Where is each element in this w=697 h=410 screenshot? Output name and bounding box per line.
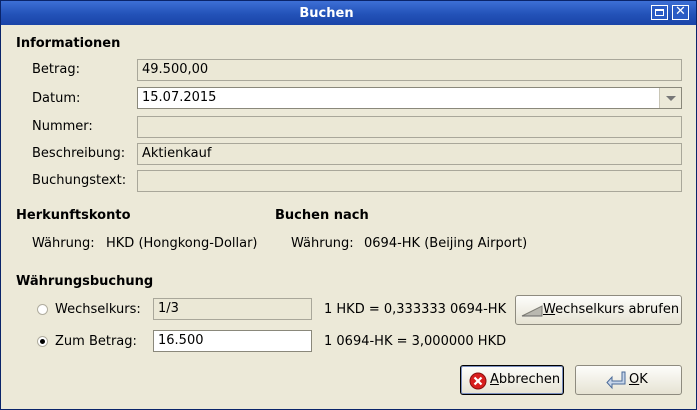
wechselkurs-field: 1/3 [153,298,312,320]
nummer-field [137,116,682,138]
beschreibung-label: Beschreibung: [32,146,126,161]
exchange-chart-icon [521,305,543,317]
ok-button[interactable]: OK [575,365,682,395]
chevron-down-icon [666,96,676,101]
section-heading-buchen-nach: Buchen nach [275,208,369,223]
beschreibung-field: Aktienkauf [137,143,682,165]
dialog-window: Buchen ✕ Informationen Betrag: 49.500,00… [0,0,697,410]
betrag-label: Betrag: [32,62,80,77]
section-heading-informationen: Informationen [16,36,121,51]
window-title: Buchen [299,6,354,21]
title-bar[interactable]: Buchen ✕ [1,1,696,25]
datum-label: Datum: [32,91,81,106]
fetch-exchange-rate-label: Wechselkurs abrufen [543,302,679,317]
wechselkurs-value: 1/3 [158,301,179,316]
wechselkurs-radio[interactable] [37,304,48,315]
cancel-button[interactable]: Abbrechen [460,365,564,395]
fetch-label-rest: echselkurs abrufen [555,302,680,317]
wechselkurs-label[interactable]: Wechselkurs: [55,302,141,317]
ok-mnemonic: O [629,372,640,387]
cancel-label-rest: bbrechen [498,372,561,387]
ziel-waehrung-value: 0694-HK (Beijing Airport) [364,236,528,251]
close-button[interactable]: ✕ [672,4,689,20]
betrag-field: 49.500,00 [137,59,682,81]
ok-label: OK [629,372,648,387]
enter-arrow-icon [606,371,626,390]
maximize-icon [655,9,664,16]
ok-label-rest: K [639,372,648,387]
cancel-icon [469,372,487,390]
nummer-label: Nummer: [32,119,93,134]
buchungstext-field [137,170,682,192]
fetch-mnemonic: W [543,302,556,317]
maximize-button[interactable] [651,5,668,20]
zum-betrag-radio[interactable] [37,336,48,347]
datum-value: 15.07.2015 [142,90,217,105]
zum-betrag-input[interactable]: 16.500 [153,330,312,352]
datum-combobox[interactable]: 15.07.2015 [137,87,682,109]
herkunft-waehrung-value: HKD (Hongkong-Dollar) [106,236,258,251]
beschreibung-value: Aktienkauf [142,146,212,161]
cancel-mnemonic: A [490,372,499,387]
cancel-label: Abbrechen [490,372,560,387]
radio-selected-dot [40,339,45,344]
fetch-exchange-rate-button[interactable]: Wechselkurs abrufen [515,295,682,325]
section-heading-herkunftskonto: Herkunftskonto [16,208,131,223]
betrag-value: 49.500,00 [142,62,209,77]
ziel-waehrung-label: Währung: [291,236,354,251]
zum-betrag-label[interactable]: Zum Betrag: [55,334,137,349]
close-icon: ✕ [675,4,686,19]
zum-betrag-value: 16.500 [158,333,204,348]
zum-betrag-info: 1 0694-HK = 3,000000 HKD [324,334,507,349]
buchungstext-label: Buchungstext: [32,173,127,188]
datum-dropdown-button[interactable] [659,88,681,108]
section-heading-waehrungsbuchung: Währungsbuchung [16,274,154,289]
wechselkurs-info: 1 HKD = 0,333333 0694-HK [324,302,507,317]
herkunft-waehrung-label: Währung: [32,236,95,251]
